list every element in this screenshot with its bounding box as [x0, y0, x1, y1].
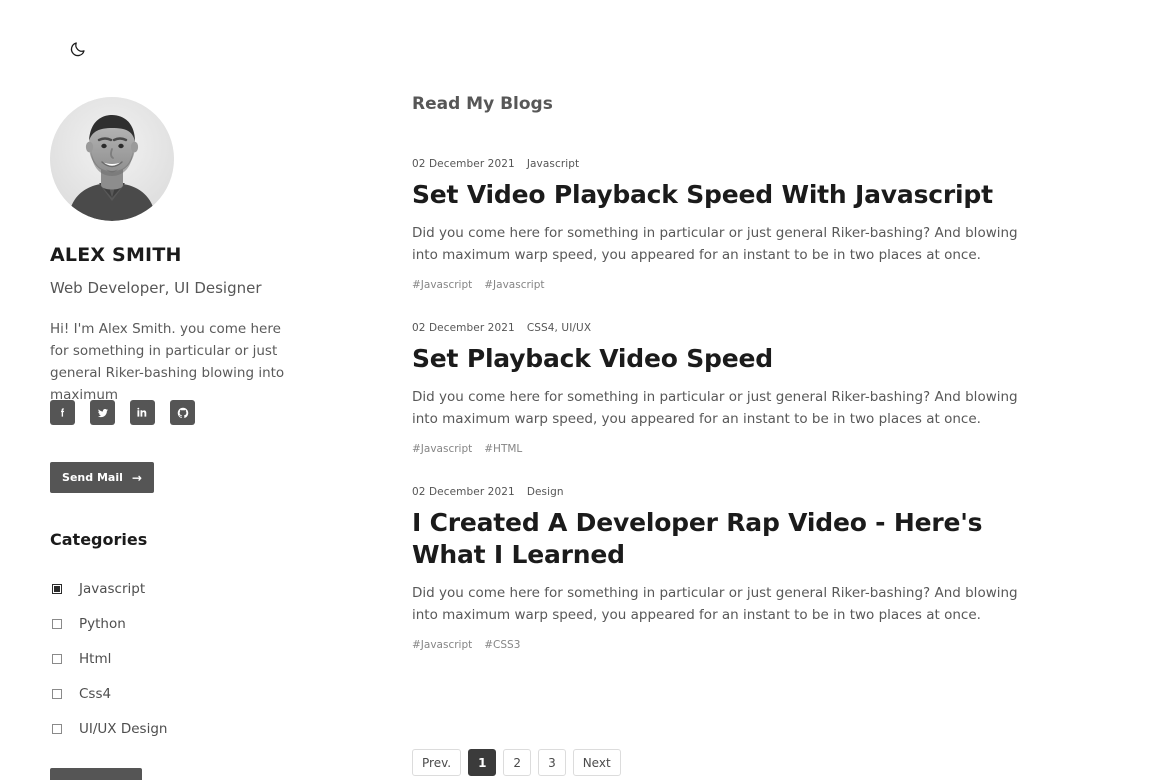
post-tags: #Javascript #CSS3	[412, 639, 1027, 651]
category-item[interactable]: Css4	[50, 676, 290, 711]
linkedin-icon	[137, 407, 148, 418]
post-excerpt: Did you come here for something in parti…	[412, 225, 1018, 263]
post-category[interactable]: Design	[527, 486, 564, 498]
post-title[interactable]: I Created A Developer Rap Video - Here's…	[412, 507, 1027, 571]
post-tag[interactable]: #Javascript	[412, 639, 472, 651]
post-title[interactable]: Set Video Playback Speed With Javascript	[412, 179, 1027, 211]
profile-name: ALEX SMITH	[50, 244, 182, 266]
post-date: 02 December 2021	[412, 158, 515, 170]
post-excerpt: Did you come here for something in parti…	[412, 585, 1018, 623]
pagination-page-button[interactable]: 1	[468, 749, 497, 776]
pagination: Prev. 123 Next	[412, 749, 621, 776]
categories-title: Categories	[50, 530, 148, 549]
send-mail-button[interactable]: Send Mail →	[50, 462, 154, 493]
arrow-right-icon: →	[131, 470, 142, 485]
post-tag[interactable]: #HTML	[484, 443, 522, 455]
category-checkbox[interactable]	[52, 723, 62, 734]
category-checkbox[interactable]	[52, 583, 62, 594]
profile-sidebar: ALEX SMITH Web Developer, UI Designer Hi…	[50, 0, 350, 780]
post-item: 02 December 2021 CSS4, UI/UX Set Playback …	[412, 322, 1027, 455]
category-label: Css4	[79, 685, 112, 702]
dark-mode-toggle[interactable]	[64, 35, 92, 63]
post-title[interactable]: Set Playback Video Speed	[412, 343, 1027, 375]
social-link-facebook[interactable]	[50, 400, 75, 425]
post-item: 02 December 2021 Design I Created A Develo…	[412, 486, 1027, 651]
post-tag[interactable]: #Javascript	[412, 443, 472, 455]
page-root: ALEX SMITH Web Developer, UI Designer Hi…	[0, 0, 1170, 780]
pagination-page-button[interactable]: 2	[503, 749, 532, 776]
profile-bio: Hi! I'm Alex Smith. you come here for so…	[50, 321, 285, 403]
post-category[interactable]: CSS4, UI/UX	[527, 322, 591, 334]
send-mail-label: Send Mail	[62, 471, 123, 484]
social-link-linkedin[interactable]	[130, 400, 155, 425]
page-title: Read My Blogs	[412, 94, 553, 114]
social-link-twitter[interactable]	[90, 400, 115, 425]
avatar	[50, 97, 174, 221]
pagination-prev-button[interactable]: Prev.	[412, 749, 462, 776]
category-label: Javascript	[79, 580, 146, 597]
category-checkbox[interactable]	[52, 618, 62, 629]
post-tag[interactable]: #Javascript	[484, 279, 544, 291]
post-category[interactable]: Javascript	[527, 158, 579, 170]
post-excerpt: Did you come here for something in parti…	[412, 389, 1018, 427]
category-checkbox[interactable]	[52, 653, 62, 664]
social-link-github[interactable]	[170, 400, 195, 425]
post-date: 02 December 2021	[412, 486, 515, 498]
category-item[interactable]: UI/UX Design	[50, 711, 290, 746]
moon-icon	[69, 40, 87, 58]
twitter-icon	[97, 407, 109, 419]
post-tag[interactable]: #Javascript	[412, 279, 472, 291]
post-tag[interactable]: #CSS3	[484, 639, 520, 651]
category-item[interactable]: Python	[50, 606, 290, 641]
post-tags: #Javascript #HTML	[412, 443, 1027, 455]
post-meta: 02 December 2021 Javascript	[412, 158, 1027, 170]
category-label: Python	[79, 615, 126, 632]
post-meta: 02 December 2021 CSS4, UI/UX	[412, 322, 1027, 334]
category-label: UI/UX Design	[79, 720, 168, 737]
post-tags: #Javascript #Javascript	[412, 279, 1027, 291]
post-list: 02 December 2021 Javascript Set Video Play…	[412, 158, 1027, 682]
social-links	[50, 400, 195, 425]
pagination-page-button[interactable]: 3	[538, 749, 566, 776]
profile-role: Web Developer, UI Designer	[50, 279, 262, 297]
post-date: 02 December 2021	[412, 322, 515, 334]
categories-list: Javascript Python Html Css4 UI/UX Design	[50, 571, 290, 746]
pagination-next-button[interactable]: Next	[572, 749, 621, 776]
facebook-icon	[57, 407, 68, 418]
category-item[interactable]: Html	[50, 641, 290, 676]
sidebar-bottom-button[interactable]	[50, 768, 142, 780]
category-item[interactable]: Javascript	[50, 571, 290, 606]
category-label: Html	[79, 650, 112, 667]
post-meta: 02 December 2021 Design	[412, 486, 1027, 498]
post-item: 02 December 2021 Javascript Set Video Play…	[412, 158, 1027, 291]
github-icon	[177, 407, 189, 419]
category-checkbox[interactable]	[52, 688, 62, 699]
